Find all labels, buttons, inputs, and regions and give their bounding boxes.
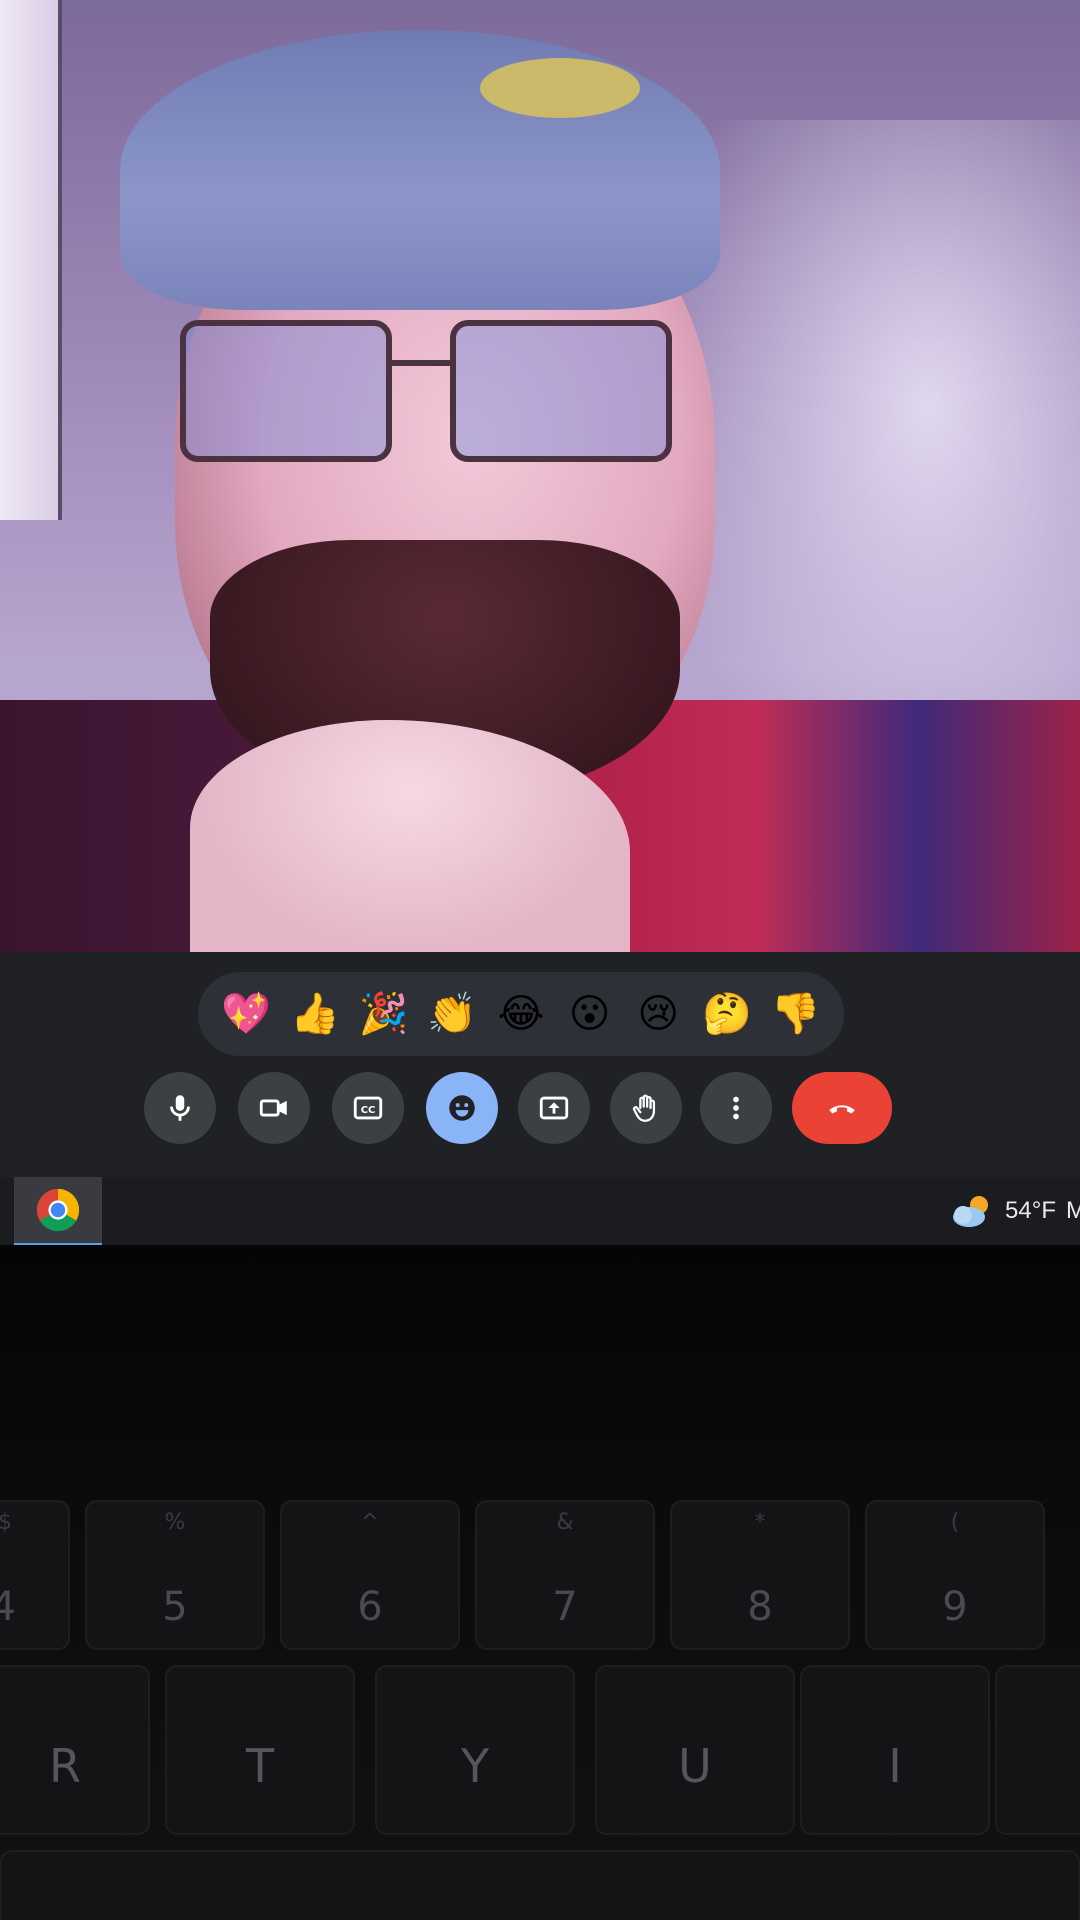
- reaction-thinking[interactable]: 🤔: [699, 986, 755, 1042]
- more-vertical-icon: [733, 1096, 739, 1120]
- reaction-bar: 💖 👍 🎉 👏 😂 😮 😢 🤔 👎: [198, 972, 844, 1056]
- key-t: T: [165, 1665, 355, 1835]
- call-controls: CC: [0, 1072, 1080, 1152]
- taskbar: 54°F M: [0, 1177, 1080, 1246]
- video-camera-icon: [259, 1099, 287, 1117]
- participant-video: [0, 0, 1080, 952]
- reaction-thumbs-down[interactable]: 👎: [768, 986, 824, 1042]
- cap-logo: [480, 58, 640, 118]
- reaction-sparkling-heart[interactable]: 💖: [218, 986, 274, 1042]
- microphone-icon: [170, 1095, 190, 1121]
- hang-up-icon: [829, 1105, 855, 1114]
- captions-button[interactable]: CC: [332, 1072, 404, 1144]
- partly-cloudy-icon: [953, 1196, 989, 1227]
- key-r: R: [0, 1665, 150, 1835]
- key-u: U: [595, 1665, 795, 1835]
- reactions-button[interactable]: [426, 1072, 498, 1144]
- closed-captions-icon: CC: [353, 1096, 383, 1120]
- participant-glasses: [180, 320, 680, 470]
- weather-trailing-text: M: [1066, 1197, 1080, 1224]
- key-i: I: [800, 1665, 990, 1835]
- key-o-partial: [995, 1665, 1080, 1835]
- reaction-sad-tear[interactable]: 😢: [630, 986, 686, 1042]
- chrome-icon: [36, 1188, 80, 1232]
- key-4: $ 4: [0, 1500, 70, 1650]
- reaction-thumbs-up[interactable]: 👍: [287, 986, 343, 1042]
- key-9: ( 9: [865, 1500, 1045, 1650]
- present-screen-icon: [539, 1096, 569, 1120]
- laptop-keyboard: $ 4 % 5 ^ 6 & 7 * 8 ( 9 R T Y U I: [0, 1245, 1080, 1920]
- reaction-clapping-hands[interactable]: 👏: [424, 986, 480, 1042]
- svg-text:CC: CC: [361, 1105, 376, 1116]
- end-call-button[interactable]: [792, 1072, 892, 1144]
- key-5: % 5: [85, 1500, 265, 1650]
- taskbar-chrome-button[interactable]: [14, 1177, 102, 1246]
- window-frame: [0, 0, 62, 520]
- weather-temperature: 54°F: [1005, 1197, 1056, 1224]
- reaction-party-popper[interactable]: 🎉: [356, 986, 412, 1042]
- raised-hand-icon: [632, 1094, 656, 1122]
- weather-widget[interactable]: 54°F M: [947, 1187, 1080, 1235]
- key-7: & 7: [475, 1500, 655, 1650]
- smiley-icon: [449, 1095, 475, 1121]
- key-y: Y: [375, 1665, 575, 1835]
- microphone-button[interactable]: [144, 1072, 216, 1144]
- raise-hand-button[interactable]: [610, 1072, 682, 1144]
- camera-button[interactable]: [238, 1072, 310, 1144]
- reaction-surprised[interactable]: 😮: [562, 986, 618, 1042]
- more-options-button[interactable]: [700, 1072, 772, 1144]
- reaction-tears-of-joy[interactable]: 😂: [493, 986, 549, 1042]
- key-8: * 8: [670, 1500, 850, 1650]
- meeting-control-panel: 💖 👍 🎉 👏 😂 😮 😢 🤔 👎 CC: [0, 952, 1080, 1177]
- keyboard-bottom-row: [0, 1850, 1080, 1920]
- present-screen-button[interactable]: [518, 1072, 590, 1144]
- key-6: ^ 6: [280, 1500, 460, 1650]
- participant-cap: [120, 30, 720, 310]
